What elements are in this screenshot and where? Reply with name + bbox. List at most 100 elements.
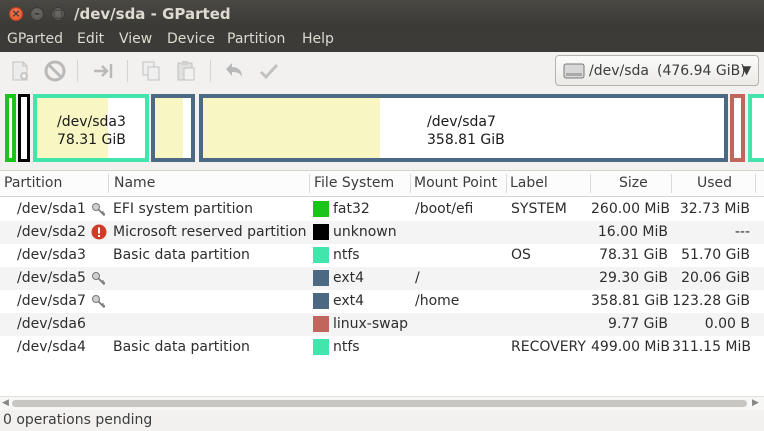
column-divider[interactable] — [755, 174, 756, 193]
filesystem-color-swatch — [313, 339, 329, 355]
table-row[interactable]: /dev/sda4 Basic data partition ntfs RECOVER… — [0, 336, 764, 359]
table-row[interactable]: /dev/sda3 Basic data partition ntfs OS 78.31… — [0, 244, 764, 267]
device-size: (476.94 GiB) — [657, 63, 746, 79]
column-header-used[interactable]: Used — [697, 175, 732, 191]
filesystem-cell: ext4 — [333, 270, 365, 286]
copy-icon[interactable] — [139, 59, 163, 83]
size-cell: 260.00 MiB — [591, 201, 671, 217]
mountpoint-cell: / — [415, 270, 420, 286]
used-cell: 32.73 MiB — [679, 201, 750, 217]
toolbar-separator — [127, 60, 128, 82]
filesystem-cell: fat32 — [333, 201, 370, 217]
delete-icon[interactable] — [43, 59, 67, 83]
used-cell: 20.06 GiB — [681, 270, 750, 286]
resize-move-icon[interactable] — [91, 59, 115, 83]
used-cell: 311.15 MiB — [672, 339, 752, 355]
used-cell: 51.70 GiB — [681, 247, 750, 263]
table-row[interactable]: /dev/sda5 ext4 / 29.30 GiB 20.06 GiB — [0, 267, 764, 290]
table-row[interactable]: /dev/sda2 Microsoft reserved partition unk… — [0, 221, 764, 244]
size-cell: 16.00 MiB — [597, 224, 668, 240]
minimize-button[interactable]: – — [30, 7, 44, 21]
mountpoint-cell: /boot/efi — [415, 201, 474, 217]
column-divider[interactable] — [108, 174, 109, 193]
table-row[interactable]: /dev/sda1 EFI system partition fat32/boot/… — [0, 198, 764, 221]
error-icon — [91, 224, 107, 240]
column-divider[interactable] — [506, 174, 507, 193]
filesystem-cell: ext4 — [333, 293, 365, 309]
partition-table: Partition Name File System Mount Point L… — [0, 170, 764, 411]
maximize-button[interactable]: □ — [51, 7, 65, 21]
used-cell: 0.00 B — [704, 316, 750, 332]
size-cell: 499.00 MiB — [591, 339, 671, 355]
menu-view[interactable]: View — [119, 31, 152, 47]
used-cell: 123.28 GiB — [672, 293, 750, 309]
title-bar: × – □ /dev/sda - GParted — [0, 0, 764, 28]
key-icon — [91, 270, 107, 286]
partition-block-sda6[interactable] — [730, 94, 745, 162]
column-header-mountpoint[interactable]: Mount Point — [414, 175, 497, 191]
scroll-left-icon[interactable]: ◀ — [2, 398, 9, 408]
hard-disk-icon — [563, 63, 585, 79]
key-icon — [91, 293, 107, 309]
partition-cell: /dev/sda6 — [17, 316, 86, 332]
column-divider[interactable] — [410, 174, 411, 193]
partition-block-sda5[interactable] — [151, 94, 195, 162]
filesystem-cell: ntfs — [333, 339, 360, 355]
partition-block-sda4[interactable] — [748, 94, 764, 162]
table-row[interactable]: /dev/sda7 ext4/home 358.81 GiB 123.28 GiB — [0, 290, 764, 313]
column-divider[interactable] — [309, 174, 310, 193]
partition-size: 78.31 GiB — [57, 132, 126, 148]
column-divider[interactable] — [590, 174, 591, 193]
column-header-name[interactable]: Name — [114, 175, 155, 191]
menu-device[interactable]: Device — [167, 31, 215, 47]
filesystem-color-swatch — [313, 293, 329, 309]
partition-block-sda7[interactable]: /dev/sda7 358.81 GiB — [199, 94, 728, 162]
device-selector[interactable]: /dev/sda (476.94 GiB) ▼ — [555, 55, 759, 86]
toolbar-separator — [210, 60, 211, 82]
table-row[interactable]: /dev/sda6 linux-swap 9.77 GiB 0.00 B — [0, 313, 764, 336]
new-partition-icon[interactable] — [8, 59, 32, 83]
filesystem-color-swatch — [313, 270, 329, 286]
filesystem-color-swatch — [313, 201, 329, 217]
partition-cell: /dev/sda2 — [17, 224, 86, 240]
scroll-right-icon[interactable]: ▶ — [752, 398, 759, 408]
label-cell: OS — [511, 247, 531, 263]
menu-help[interactable]: Help — [302, 31, 334, 47]
partition-block-sda2[interactable] — [18, 94, 30, 162]
column-header-size[interactable]: Size — [619, 175, 648, 191]
column-divider[interactable] — [671, 174, 672, 193]
column-header-filesystem[interactable]: File System — [314, 175, 394, 191]
maximize-icon: □ — [52, 7, 64, 20]
filesystem-color-swatch — [313, 316, 329, 332]
name-cell: EFI system partition — [113, 201, 253, 217]
menu-edit[interactable]: Edit — [77, 31, 104, 47]
filesystem-cell: linux-swap — [333, 316, 409, 332]
partition-cell: /dev/sda4 — [17, 339, 86, 355]
horizontal-scrollbar[interactable]: ◀ ▶ — [0, 396, 764, 411]
label-cell: RECOVERY — [511, 339, 586, 355]
apply-icon[interactable] — [257, 59, 281, 83]
disk-map: /dev/sda3 78.31 GiB /dev/sda7 358.81 GiB — [0, 90, 764, 168]
menu-gparted[interactable]: GParted — [7, 31, 63, 47]
filesystem-color-swatch — [313, 247, 329, 263]
partition-block-sda3[interactable]: /dev/sda3 78.31 GiB — [33, 94, 149, 162]
status-text: 0 operations pending — [3, 412, 153, 428]
menu-partition[interactable]: Partition — [227, 31, 285, 47]
scrollbar-thumb[interactable] — [12, 400, 747, 407]
column-header-label[interactable]: Label — [510, 175, 548, 191]
name-cell: Basic data partition — [113, 247, 250, 263]
menu-bar: GParted Edit View Device Partition Help — [0, 28, 764, 52]
used-space-bar — [203, 98, 381, 158]
column-header-partition[interactable]: Partition — [4, 175, 62, 191]
size-cell: 358.81 GiB — [591, 293, 669, 309]
window-title: /dev/sda - GParted — [74, 5, 231, 23]
name-cell: Microsoft reserved partition — [113, 224, 307, 240]
mountpoint-cell: /home — [415, 293, 460, 309]
close-button[interactable]: × — [9, 7, 23, 21]
undo-icon[interactable] — [222, 59, 246, 83]
partition-size: 358.81 GiB — [427, 132, 505, 148]
partition-block-sda1[interactable] — [5, 94, 16, 162]
paste-icon[interactable] — [174, 59, 198, 83]
table-header: Partition Name File System Mount Point L… — [0, 171, 764, 197]
filesystem-cell: ntfs — [333, 247, 360, 263]
